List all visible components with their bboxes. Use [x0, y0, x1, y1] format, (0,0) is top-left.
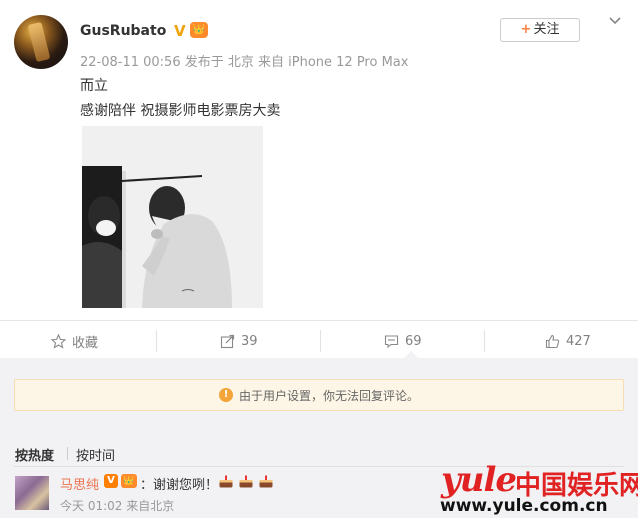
comment-text: ：谢谢您咧！	[140, 478, 219, 493]
star-icon	[51, 333, 66, 349]
thumbs-up-icon	[545, 334, 560, 348]
watermark-brand-latin: yule	[441, 460, 517, 500]
bw-photo-illustration	[82, 126, 263, 308]
actions-divider	[0, 320, 638, 321]
cake-icon	[239, 475, 253, 488]
action-separator	[484, 330, 485, 352]
cake-icon	[259, 475, 273, 488]
comment-action[interactable]: 69	[384, 330, 422, 352]
verified-v-icon: V	[104, 474, 118, 488]
notice-text: 由于用户设置，你无法回复评论。	[238, 388, 419, 403]
post-text-line2: 感谢陪伴 祝摄影师电影票房大卖	[80, 103, 281, 119]
member-crown-icon: 👑	[190, 22, 208, 38]
action-separator	[320, 330, 321, 352]
verified-v-icon: V	[174, 22, 186, 40]
like-action[interactable]: 427	[545, 330, 591, 352]
watermark-url: www.yule.com.cn	[440, 496, 608, 516]
favorite-action[interactable]: 收藏	[51, 330, 98, 352]
comment-meta: 今天 01:02 来自北京	[60, 499, 175, 513]
repost-icon	[220, 334, 235, 348]
member-crown-icon: 👑	[121, 474, 137, 488]
cake-icon	[219, 475, 233, 488]
action-separator	[156, 330, 157, 352]
repost-count: 39	[241, 333, 258, 349]
author-username[interactable]: GusRubato	[80, 23, 166, 39]
repost-action[interactable]: 39	[220, 330, 258, 352]
author-avatar[interactable]	[14, 15, 68, 69]
reply-disabled-notice: ! 由于用户设置，你无法回复评论。	[14, 379, 624, 411]
follow-label: 关注	[533, 22, 560, 37]
post-meta: 22-08-11 00:56 发布于 北京 来自 iPhone 12 Pro M…	[80, 55, 409, 70]
sort-separator	[67, 447, 68, 460]
chevron-down-icon[interactable]	[608, 14, 622, 28]
post-text-line1: 而立	[80, 78, 108, 94]
post-photo[interactable]	[82, 126, 263, 308]
comment-icon	[384, 334, 399, 348]
follow-button[interactable]: + 关注	[500, 18, 580, 42]
plus-icon: +	[520, 22, 532, 37]
favorite-label: 收藏	[72, 335, 99, 351]
like-count: 427	[566, 333, 591, 349]
warning-icon: !	[218, 388, 233, 402]
sort-by-time-tab[interactable]: 按时间	[76, 445, 115, 464]
comment-count: 69	[405, 333, 422, 349]
sort-by-hot-tab[interactable]: 按热度	[15, 445, 54, 464]
commenter-name[interactable]: 马思纯	[60, 474, 99, 493]
comment-pointer	[404, 351, 418, 358]
commenter-avatar[interactable]	[15, 476, 49, 510]
